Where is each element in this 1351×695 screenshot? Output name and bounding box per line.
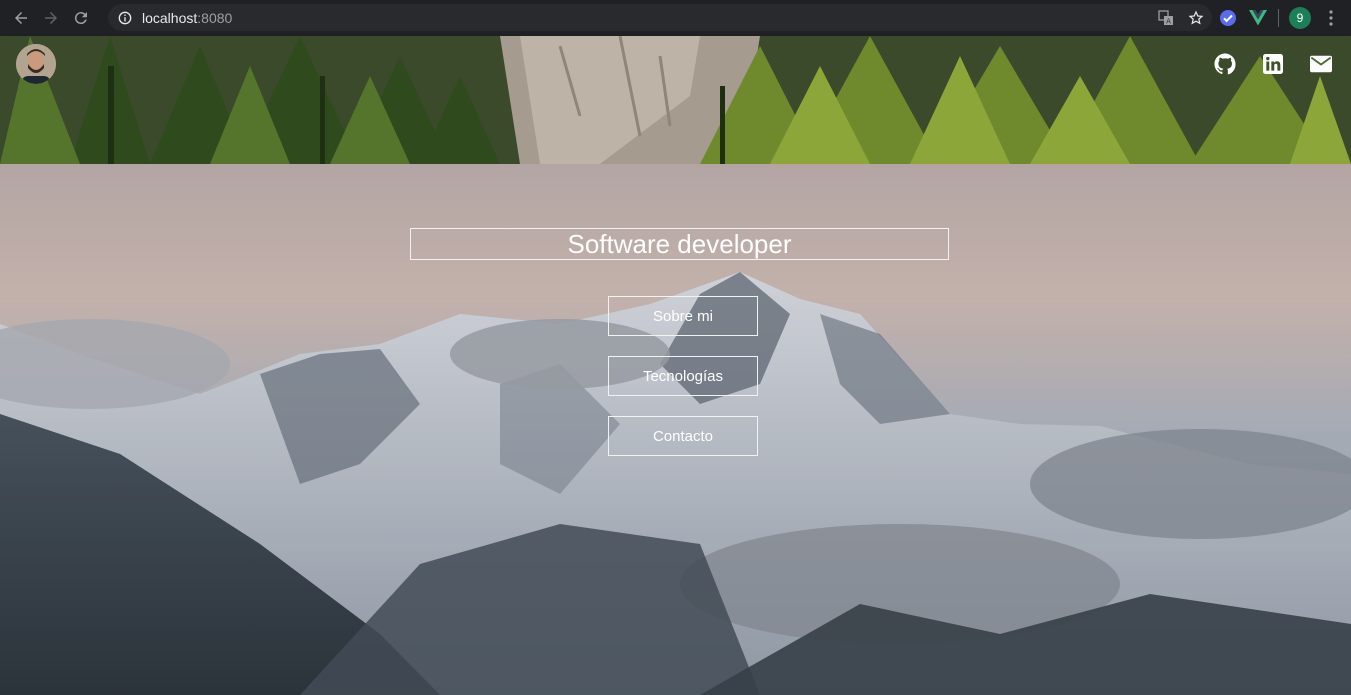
forest-banner-image [0, 36, 1351, 164]
contact-button[interactable]: Contacto [608, 416, 758, 456]
avatar[interactable] [16, 44, 56, 84]
site-info-icon[interactable] [118, 11, 132, 25]
browser-toolbar: localhost:8080 A 9 [0, 0, 1351, 36]
translate-icon[interactable]: A [1158, 9, 1174, 26]
vue-devtools-icon[interactable] [1248, 8, 1268, 28]
technologies-button[interactable]: Tecnologías [608, 356, 758, 396]
toolbar-divider [1278, 9, 1279, 27]
back-icon[interactable] [6, 3, 36, 33]
mail-icon [1310, 55, 1332, 73]
page-title: Software developer [410, 228, 949, 260]
github-link[interactable] [1213, 52, 1237, 76]
forward-icon[interactable] [36, 3, 66, 33]
url-port: :8080 [197, 9, 233, 26]
url-host: localhost [142, 9, 198, 26]
menu-kebab-icon[interactable] [1321, 8, 1341, 28]
linkedin-link[interactable] [1261, 52, 1285, 76]
extension-check-icon[interactable] [1218, 8, 1238, 28]
about-button[interactable]: Sobre mi [608, 296, 758, 336]
hero-section: Software developer Sobre mi Tecnologías … [0, 164, 1351, 695]
email-link[interactable] [1309, 52, 1333, 76]
url-text: localhost:8080 [142, 10, 232, 26]
github-icon [1214, 53, 1236, 75]
bookmark-star-icon[interactable] [1188, 10, 1204, 26]
site-header [0, 36, 1351, 164]
address-bar[interactable]: localhost:8080 A [108, 4, 1212, 31]
linkedin-icon [1263, 54, 1283, 74]
avatar-photo [16, 44, 56, 84]
reload-icon[interactable] [66, 3, 96, 33]
profile-avatar-button[interactable]: 9 [1289, 7, 1311, 29]
svg-text:A: A [1166, 17, 1171, 25]
